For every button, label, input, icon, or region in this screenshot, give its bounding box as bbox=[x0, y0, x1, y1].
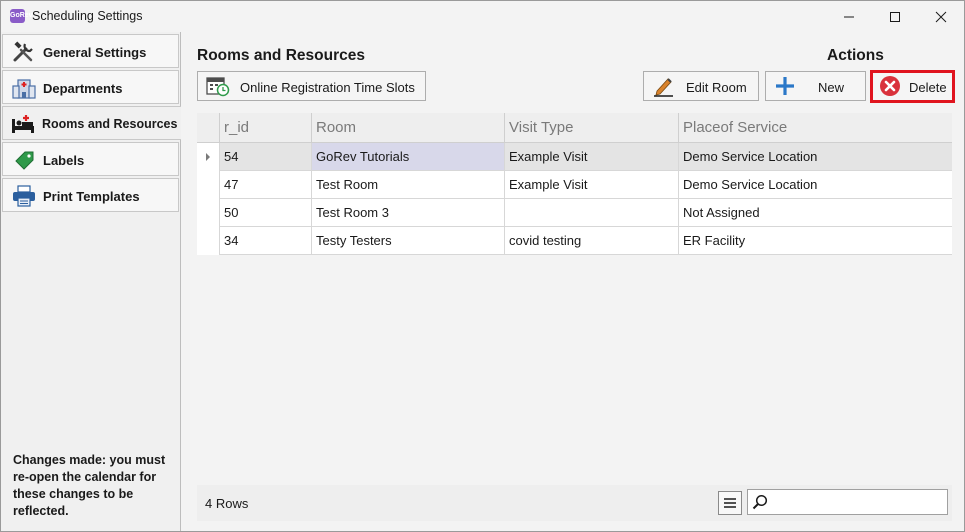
changes-note: Changes made: you must re-open the calen… bbox=[13, 453, 166, 518]
cell-r-id[interactable]: 47 bbox=[219, 171, 311, 199]
sidebar-item-label: Rooms and Resources bbox=[42, 117, 178, 131]
delete-label: Delete bbox=[909, 80, 947, 95]
cell-place-of-service[interactable]: ER Facility bbox=[678, 227, 952, 255]
title-bar[interactable]: GoRev Scheduling Settings bbox=[1, 1, 964, 32]
cell-visit-type[interactable]: covid testing bbox=[504, 227, 678, 255]
bed-icon bbox=[12, 115, 34, 133]
actions-title: Actions bbox=[827, 47, 884, 64]
table-row[interactable]: 34 Testy Testers covid testing ER Facili… bbox=[197, 227, 952, 255]
edit-room-label: Edit Room bbox=[686, 80, 747, 95]
minimize-icon bbox=[844, 16, 854, 18]
cell-room[interactable]: GoRev Tutorials bbox=[311, 143, 504, 171]
cell-visit-type[interactable] bbox=[504, 199, 678, 227]
settings-sidebar: General Settings Departments Rooms and R… bbox=[1, 32, 181, 531]
online-registration-time-slots-label: Online Registration Time Slots bbox=[240, 80, 415, 95]
tools-icon bbox=[13, 41, 33, 62]
grid-header: r_id Room Visit Type Placeof Service bbox=[197, 113, 952, 143]
row-indicator bbox=[197, 199, 219, 227]
current-row-arrow-icon bbox=[206, 153, 210, 161]
window-title: Scheduling Settings bbox=[32, 9, 143, 23]
row-count: 4 Rows bbox=[205, 496, 249, 511]
cell-room[interactable]: Test Room 3 bbox=[311, 199, 504, 227]
edit-room-button[interactable]: Edit Room bbox=[643, 71, 759, 101]
cell-place-of-service[interactable]: Demo Service Location bbox=[678, 143, 952, 171]
delete-x-circle-icon bbox=[880, 76, 900, 96]
column-header-place-of-service[interactable]: Placeof Service bbox=[678, 113, 952, 142]
maximize-button[interactable] bbox=[872, 1, 918, 32]
maximize-icon bbox=[890, 12, 900, 22]
cell-room[interactable]: Test Room bbox=[311, 171, 504, 199]
close-icon bbox=[935, 11, 947, 23]
rooms-and-resources-panel: Rooms and Resources Actions Online Regis… bbox=[181, 32, 964, 531]
sidebar-item-label: General Settings bbox=[43, 45, 147, 60]
sidebar-item-label: Print Templates bbox=[43, 189, 140, 204]
cell-place-of-service[interactable]: Demo Service Location bbox=[678, 171, 952, 199]
cell-r-id[interactable]: 54 bbox=[219, 143, 311, 171]
table-row[interactable]: 47 Test Room Example Visit Demo Service … bbox=[197, 171, 952, 199]
close-button[interactable] bbox=[918, 1, 964, 32]
building-icon bbox=[12, 79, 36, 99]
tag-icon bbox=[15, 151, 34, 170]
minimize-button[interactable] bbox=[826, 1, 872, 32]
column-header-visit-type[interactable]: Visit Type bbox=[504, 113, 678, 142]
cell-place-of-service[interactable]: Not Assigned bbox=[678, 199, 952, 227]
sidebar-item-print-templates[interactable]: Print Templates bbox=[2, 178, 179, 212]
calendar-clock-icon bbox=[206, 77, 230, 97]
sidebar-item-general-settings[interactable]: General Settings bbox=[2, 34, 179, 68]
row-indicator bbox=[197, 171, 219, 199]
table-row[interactable]: 50 Test Room 3 Not Assigned bbox=[197, 199, 952, 227]
edit-pencil-icon bbox=[654, 78, 673, 97]
column-header-r-id[interactable]: r_id bbox=[219, 113, 311, 142]
sidebar-item-label: Labels bbox=[43, 153, 85, 168]
column-menu-button[interactable] bbox=[718, 491, 742, 515]
table-row[interactable]: 54 GoRev Tutorials Example Visit Demo Se… bbox=[197, 143, 952, 171]
row-indicator bbox=[197, 227, 219, 255]
grid-search-box[interactable] bbox=[747, 489, 948, 515]
online-registration-time-slots-button[interactable]: Online Registration Time Slots bbox=[197, 71, 426, 101]
sidebar-item-departments[interactable]: Departments bbox=[2, 70, 179, 104]
cell-r-id[interactable]: 34 bbox=[219, 227, 311, 255]
printer-icon bbox=[13, 185, 35, 207]
sidebar-item-labels[interactable]: Labels bbox=[2, 142, 179, 176]
cell-r-id[interactable]: 50 bbox=[219, 199, 311, 227]
cell-room[interactable]: Testy Testers bbox=[311, 227, 504, 255]
column-header-room[interactable]: Room bbox=[311, 113, 504, 142]
search-icon bbox=[752, 494, 768, 510]
row-indicator bbox=[197, 143, 219, 171]
cell-visit-type[interactable]: Example Visit bbox=[504, 171, 678, 199]
cell-visit-type[interactable]: Example Visit bbox=[504, 143, 678, 171]
app-logo-icon: GoRev bbox=[10, 9, 33, 23]
hamburger-menu-icon bbox=[724, 498, 736, 508]
grid-footer: 4 Rows bbox=[197, 485, 952, 521]
new-label: New bbox=[818, 80, 845, 95]
plus-icon bbox=[776, 77, 794, 95]
new-button[interactable]: New bbox=[765, 71, 866, 101]
scheduling-settings-window: GoRev Scheduling Settings General Settin… bbox=[0, 0, 965, 532]
rooms-grid: r_id Room Visit Type Placeof Service 54 … bbox=[197, 113, 952, 255]
search-input[interactable] bbox=[772, 492, 946, 514]
sidebar-item-rooms-and-resources[interactable]: Rooms and Resources bbox=[2, 106, 181, 140]
sidebar-item-label: Departments bbox=[43, 81, 123, 96]
delete-button[interactable]: Delete bbox=[873, 73, 952, 100]
page-title: Rooms and Resources bbox=[197, 47, 365, 64]
